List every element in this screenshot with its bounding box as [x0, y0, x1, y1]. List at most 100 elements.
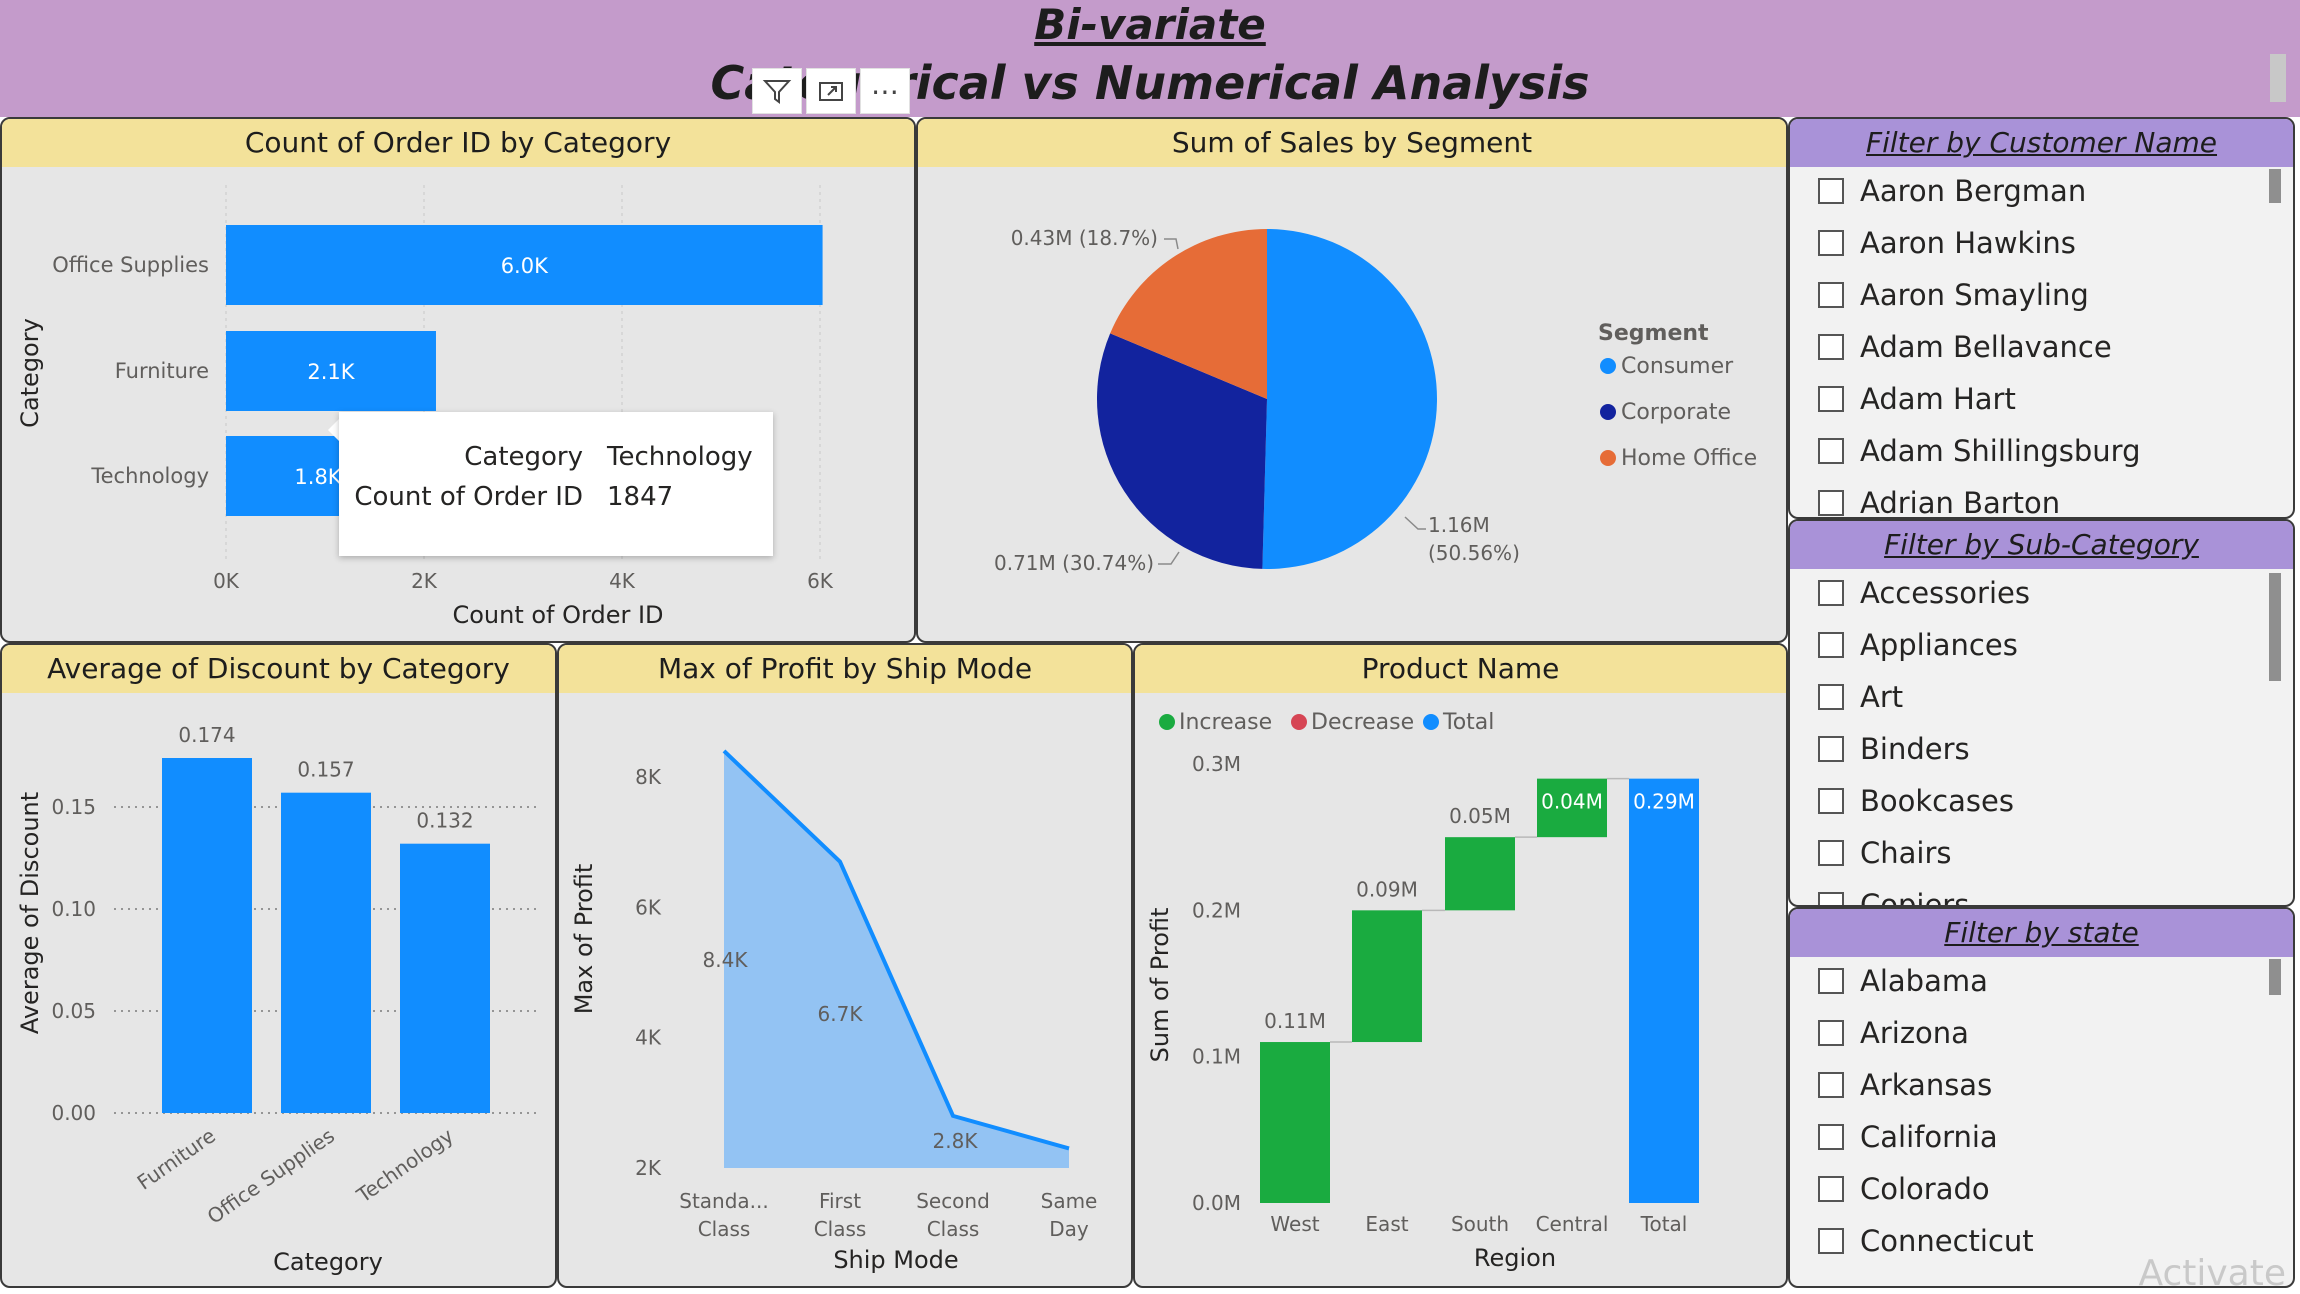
slicer-item[interactable]: Appliances — [1818, 625, 2018, 665]
slicer-item[interactable]: Binders — [1818, 729, 1970, 769]
y-tick-label: 0.05 — [51, 999, 96, 1023]
slicer-item[interactable]: Colorado — [1818, 1169, 1990, 1209]
slicer-item[interactable]: Adrian Barton — [1818, 483, 2060, 517]
x-tick-label: Standa... — [679, 1189, 769, 1213]
sub-category-slicer[interactable]: Filter by Sub-Category Accessories Applia… — [1788, 519, 2295, 907]
checkbox[interactable] — [1818, 968, 1844, 994]
legend-marker — [1423, 714, 1439, 730]
x-tick-label: Class — [814, 1217, 867, 1241]
slicer-item[interactable]: Aaron Bergman — [1818, 171, 2086, 211]
slicer-item[interactable]: Connecticut — [1818, 1221, 2034, 1261]
state-slicer[interactable]: Filter by state Alabama Arizona Arkansas Ca… — [1788, 907, 2295, 1288]
slicer-item[interactable]: California — [1818, 1117, 1998, 1157]
slicer-scrollbar[interactable] — [2269, 169, 2281, 203]
data-label: 2.8K — [933, 1129, 979, 1153]
sales-segment-chart[interactable]: 1.16M (50.56%) 0.71M (30.74%) 0.43M (18.7%)… — [918, 119, 1786, 641]
slicer-scrollbar[interactable] — [2269, 959, 2281, 995]
slicer-item-label: Aaron Bergman — [1860, 174, 2087, 208]
checkbox[interactable] — [1818, 1072, 1844, 1098]
data-label: 0.43M (18.7%) — [1011, 226, 1158, 250]
slicer-item[interactable]: Aaron Smayling — [1818, 275, 2089, 315]
y-tick-label: 4K — [635, 1026, 662, 1050]
order-count-panel[interactable]: Count of Order ID by Category 0K 2K 4K 6K Of… — [0, 117, 916, 643]
customer-name-slicer[interactable]: Filter by Customer Name Aaron Bergman Aar… — [1788, 117, 2295, 519]
checkbox[interactable] — [1818, 580, 1844, 606]
checkbox[interactable] — [1818, 490, 1844, 516]
checkbox[interactable] — [1818, 892, 1844, 905]
checkbox[interactable] — [1818, 840, 1844, 866]
bar — [162, 758, 252, 1113]
checkbox[interactable] — [1818, 386, 1844, 412]
slicer-item[interactable]: Arkansas — [1818, 1065, 1992, 1105]
data-label: 0.29M — [1633, 790, 1695, 814]
checkbox[interactable] — [1818, 230, 1844, 256]
checkbox[interactable] — [1818, 1020, 1844, 1046]
slicer-item[interactable]: Chairs — [1818, 833, 1952, 873]
legend-marker — [1600, 404, 1616, 420]
tooltip-row: Count of Order ID 1847 — [339, 482, 773, 522]
y-axis-title: Max of Profit — [570, 864, 598, 1015]
checkbox[interactable] — [1818, 736, 1844, 762]
bar — [400, 843, 490, 1113]
more-options-button[interactable]: ⋯ — [860, 68, 910, 114]
checkbox[interactable] — [1818, 1176, 1844, 1202]
checkbox[interactable] — [1818, 178, 1844, 204]
checkbox[interactable] — [1818, 684, 1844, 710]
slicer-item[interactable]: Aaron Hawkins — [1818, 223, 2076, 263]
y-tick-label: 0.10 — [51, 897, 96, 921]
slicer-list[interactable]: Aaron Bergman Aaron Hawkins Aaron Smayling… — [1790, 171, 2293, 517]
checkbox[interactable] — [1818, 788, 1844, 814]
discount-chart[interactable]: 0.00 0.05 0.10 0.15 0.174 Furniture 0.157 Offic… — [2, 645, 555, 1286]
checkbox[interactable] — [1818, 334, 1844, 360]
slicer-item[interactable]: Art — [1818, 677, 1903, 717]
checkbox[interactable] — [1818, 632, 1844, 658]
data-label: 1.8K — [294, 465, 342, 489]
slicer-item-label: Chairs — [1860, 836, 1952, 870]
discount-panel[interactable]: Average of Discount by Category 0.00 0.05… — [0, 643, 557, 1288]
slicer-item[interactable]: Bookcases — [1818, 781, 2014, 821]
slicer-list[interactable]: Accessories Appliances Art Binders Bookcases… — [1790, 573, 2293, 905]
x-tick-label: 6K — [807, 569, 834, 593]
checkbox[interactable] — [1818, 1124, 1844, 1150]
slicer-list[interactable]: Alabama Arizona Arkansas California Colorado… — [1790, 961, 2293, 1286]
slicer-item-label: Bookcases — [1860, 784, 2014, 818]
focus-mode-button[interactable] — [806, 68, 856, 114]
order-count-chart[interactable]: 0K 2K 4K 6K Office Supplies 6.0K Furniture 2.1K… — [2, 119, 914, 641]
x-tick-label: Day — [1049, 1217, 1089, 1241]
profit-ship-chart[interactable]: 2K 4K 6K 8K 8.4K 6.7K 2.8K Standa... Class First C… — [559, 645, 1131, 1286]
data-label: 6.7K — [818, 1002, 864, 1026]
chart-tooltip: Category Technology Count of Order ID 18… — [339, 412, 773, 556]
x-tick-label: Office Supplies — [203, 1123, 339, 1228]
slicer-item[interactable]: Alabama — [1818, 961, 1988, 1001]
waterfall-panel[interactable]: Product Name 0.0M 0.1M 0.2M 0.3M Increase Dec… — [1133, 643, 1788, 1288]
y-tick-label: Office Supplies — [52, 253, 209, 277]
slicer-item[interactable]: Accessories — [1818, 573, 2030, 613]
waterfall-chart[interactable]: 0.0M 0.1M 0.2M 0.3M Increase Decrease Total 0.1… — [1135, 645, 1786, 1286]
slicer-item[interactable]: Arizona — [1818, 1013, 1969, 1053]
bar — [281, 792, 371, 1113]
x-tick-label: East — [1365, 1212, 1408, 1236]
area-fill — [724, 750, 1069, 1168]
checkbox[interactable] — [1818, 282, 1844, 308]
slicer-item[interactable]: Adam Bellavance — [1818, 327, 2112, 367]
slicer-item[interactable]: Adam Hart — [1818, 379, 2016, 419]
header-scrollbar[interactable] — [2270, 54, 2286, 102]
profit-ship-panel[interactable]: Max of Profit by Ship Mode 2K 4K 6K 8K 8.4K 6… — [557, 643, 1133, 1288]
legend-title: Segment — [1598, 321, 1709, 346]
focus-mode-icon — [819, 82, 843, 101]
legend-label: Corporate — [1621, 400, 1731, 425]
slicer-item[interactable]: Copiers — [1818, 885, 1969, 905]
sales-segment-panel[interactable]: Sum of Sales by Segment 1.16M (50.56%) 0.7… — [916, 117, 1788, 643]
checkbox[interactable] — [1818, 1228, 1844, 1254]
filter-button[interactable] — [752, 68, 802, 114]
tooltip-key: Count of Order ID — [354, 482, 583, 512]
x-tick-label: Total — [1640, 1212, 1688, 1236]
y-tick-label: 0.15 — [51, 795, 96, 819]
slicer-item[interactable]: Adam Shillingsburg — [1818, 431, 2141, 471]
slicer-scrollbar[interactable] — [2269, 573, 2281, 681]
slicer-item-label: Arizona — [1860, 1016, 1969, 1050]
x-tick-label: First — [819, 1189, 861, 1213]
slicer-item-label: Aaron Hawkins — [1860, 226, 2076, 260]
checkbox[interactable] — [1818, 438, 1844, 464]
y-tick-label: 2K — [635, 1156, 662, 1180]
